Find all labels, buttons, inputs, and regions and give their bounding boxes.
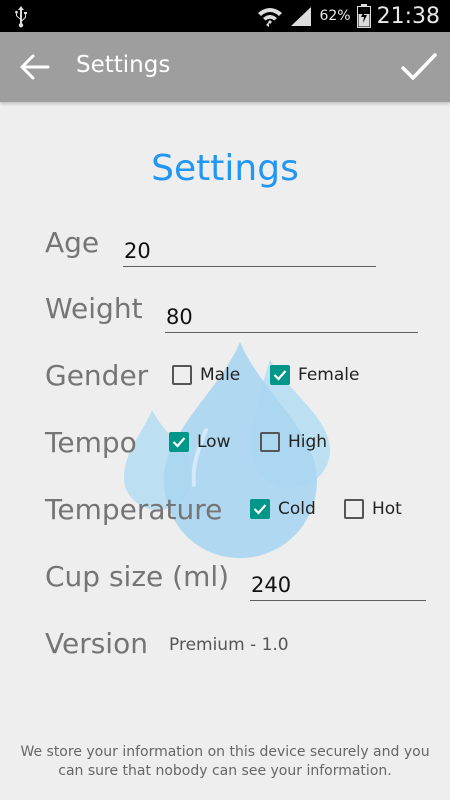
temperature-cold-label: Cold [278,499,316,519]
clock: 21:38 [376,3,440,29]
weight-label: Weight [45,292,143,325]
checkbox-box[interactable] [169,432,189,452]
toolbar-title: Settings [76,52,171,78]
age-field[interactable]: 20 [123,236,376,267]
checkbox-box[interactable] [250,499,270,519]
checkbox-box[interactable] [172,365,192,385]
tempo-high-checkbox[interactable]: High [260,432,327,452]
gender-label: Gender [45,359,149,392]
page-title: Settings [151,148,299,189]
usb-icon [15,6,27,28]
signal-icon [291,7,312,26]
gender-male-label: Male [200,365,241,385]
cup-size-field[interactable]: 240 [250,570,426,601]
check-icon[interactable] [400,50,438,84]
checkbox-box[interactable] [270,365,290,385]
battery-icon [356,4,371,28]
tempo-label: Tempo [45,426,137,459]
checkbox-box[interactable] [344,499,364,519]
app-toolbar: Settings [0,32,450,102]
arrow-back-icon[interactable] [18,52,52,82]
tempo-high-label: High [288,432,328,452]
cup-size-label: Cup size (ml) [45,560,230,593]
gender-female-label: Female [298,365,360,385]
privacy-note: We store your information on this device… [20,744,430,779]
checkmark-icon [253,504,267,515]
checkmark-icon [273,370,287,381]
status-bar: 62% 21:38 [0,0,450,32]
temperature-cold-checkbox[interactable]: Cold [250,499,316,519]
battery-percent: 62% [319,8,351,24]
age-label: Age [45,226,100,259]
gender-male-checkbox[interactable]: Male [172,365,240,385]
tempo-low-checkbox[interactable]: Low [169,432,230,452]
wifi-icon [258,8,283,27]
gender-female-checkbox[interactable]: Female [270,365,359,385]
temperature-hot-label: Hot [372,499,402,519]
tempo-low-label: Low [197,432,231,452]
checkmark-icon [172,437,186,448]
weight-field[interactable]: 80 [165,302,418,333]
temperature-hot-checkbox[interactable]: Hot [344,499,402,519]
version-label: Version [45,627,148,660]
temperature-label: Temperature [45,493,223,526]
version-value: Premium - 1.0 [169,635,289,655]
checkbox-box[interactable] [260,432,280,452]
